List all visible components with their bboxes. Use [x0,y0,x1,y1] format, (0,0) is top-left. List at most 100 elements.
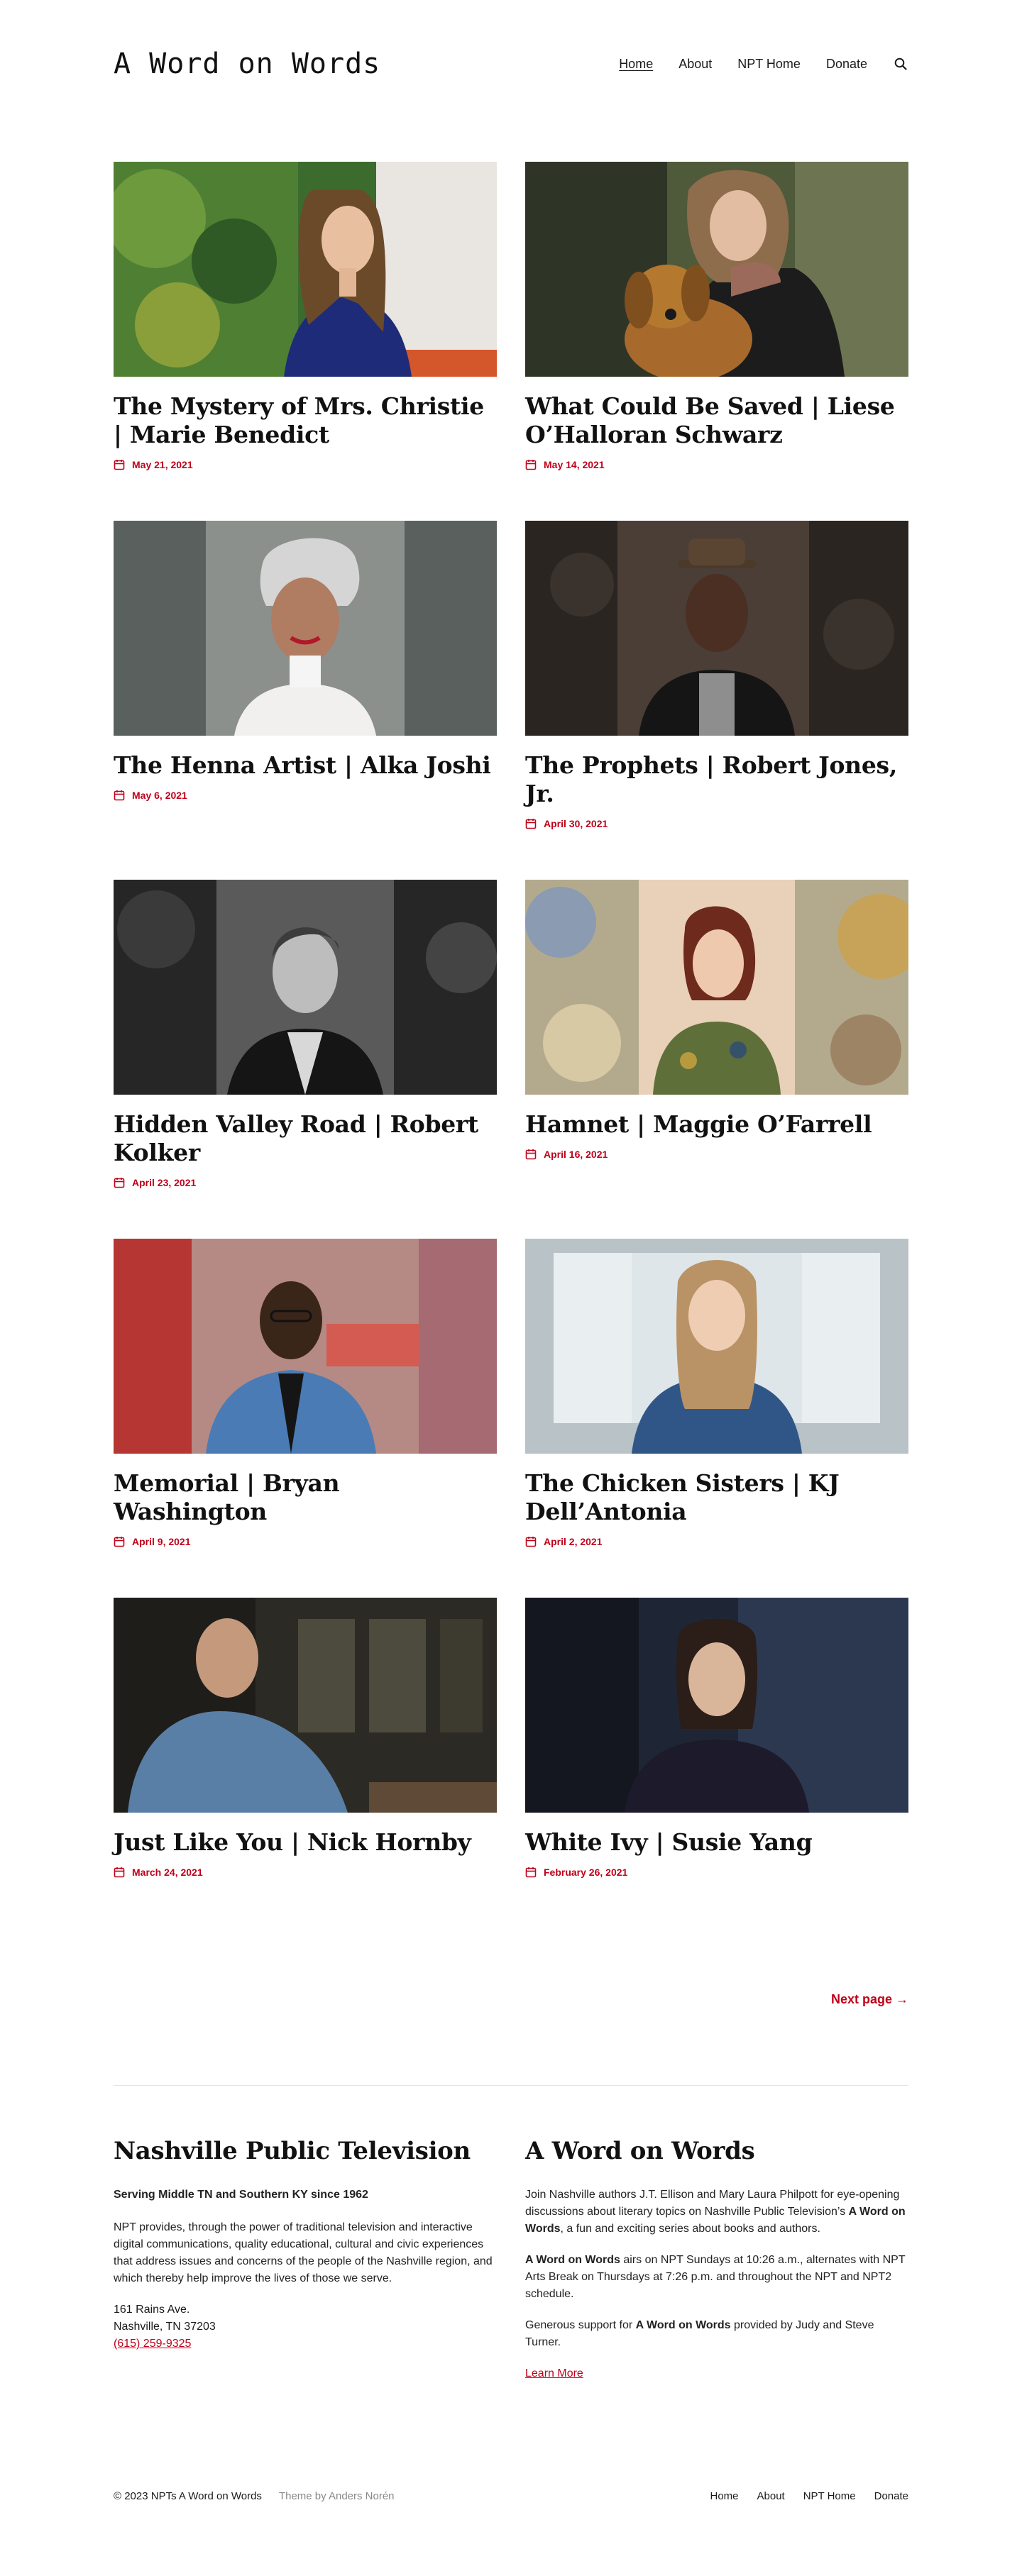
calendar-icon [525,460,537,470]
address-line: Nashville, TN 37203 [114,2321,216,2333]
learn-more-link[interactable]: Learn More [525,2367,583,2379]
npt-widget: Nashville Public Television Serving Midd… [114,2137,497,2397]
post-date-text[interactable]: May 14, 2021 [544,459,605,470]
awow-support: Generous support for A Word on Words pro… [525,2317,908,2351]
calendar-icon [525,1537,537,1547]
footer-nav-about[interactable]: About [757,2490,785,2502]
post-date-text[interactable]: April 30, 2021 [544,818,608,829]
main-nav: Home About NPT Home Donate [619,56,908,72]
post-thumbnail[interactable] [114,1598,497,1813]
show-name: A Word on Words [635,2319,731,2331]
site-footer: © 2023 NPTs A Word on Words Theme by And… [0,2490,1022,2502]
footer-nav-donate[interactable]: Donate [874,2490,908,2502]
post-card: The Mystery of Mrs. Christie | Marie Ben… [114,162,497,521]
footer-nav: Home About NPT Home Donate [710,2490,908,2502]
theme-credit[interactable]: Theme by Anders Norén [279,2490,395,2502]
widget-heading: A Word on Words [525,2137,755,2165]
footer-nav-npt-home[interactable]: NPT Home [803,2490,856,2502]
search-icon[interactable] [893,56,908,72]
post-title[interactable]: The Henna Artist | Alka Joshi [114,751,497,780]
post-title[interactable]: Memorial | Bryan Washington [114,1469,497,1526]
post-date-text[interactable]: March 24, 2021 [132,1867,203,1878]
awow-intro: Join Nashville authors J.T. Ellison and … [525,2187,908,2238]
post-date: April 9, 2021 [114,1536,497,1547]
footer-divider [114,2085,908,2086]
post-date-text[interactable]: May 6, 2021 [132,790,187,801]
post-card: White Ivy | Susie Yang February 26, 2021 [525,1598,908,1957]
post-thumbnail[interactable] [525,880,908,1095]
post-date: April 2, 2021 [525,1536,908,1547]
calendar-icon [114,790,125,801]
post-date-text[interactable]: February 26, 2021 [544,1867,627,1878]
post-date: March 24, 2021 [114,1867,497,1878]
post-date: April 30, 2021 [525,818,908,829]
post-date-text[interactable]: April 9, 2021 [132,1536,191,1547]
post-thumbnail[interactable] [114,880,497,1095]
post-date: April 16, 2021 [525,1149,908,1160]
footer-credits: © 2023 NPTs A Word on Words Theme by And… [114,2490,395,2502]
calendar-icon [114,1537,125,1547]
post-card: The Henna Artist | Alka Joshi May 6, 202… [114,521,497,880]
site-header: A Word on Words Home About NPT Home Dona… [114,0,908,128]
post-card: The Prophets | Robert Jones, Jr. April 3… [525,521,908,880]
post-card: The Chicken Sisters | KJ Dell’Antonia Ap… [525,1239,908,1598]
nav-donate[interactable]: Donate [826,57,867,72]
post-title[interactable]: Just Like You | Nick Hornby [114,1828,497,1857]
post-thumbnail[interactable] [114,521,497,736]
post-thumbnail[interactable] [525,1598,908,1813]
post-title[interactable]: The Prophets | Robert Jones, Jr. [525,751,908,808]
post-card: Hamnet | Maggie O’Farrell April 16, 2021 [525,880,908,1239]
post-date: April 23, 2021 [114,1177,497,1188]
calendar-icon [114,460,125,470]
footer-nav-home[interactable]: Home [710,2490,738,2502]
post-thumbnail[interactable] [525,162,908,377]
post-date: February 26, 2021 [525,1867,908,1878]
post-thumbnail[interactable] [525,521,908,736]
post-title[interactable]: What Could Be Saved | Liese O’Halloran S… [525,392,908,449]
post-grid: The Mystery of Mrs. Christie | Marie Ben… [114,162,908,1957]
text-run: Generous support for [525,2319,636,2331]
nav-about[interactable]: About [678,57,712,72]
widget-heading: Nashville Public Television [114,2137,471,2165]
post-title[interactable]: The Mystery of Mrs. Christie | Marie Ben… [114,392,497,449]
post-date-text[interactable]: April 23, 2021 [132,1177,196,1188]
post-card: Memorial | Bryan Washington April 9, 202… [114,1239,497,1598]
main-content: The Mystery of Mrs. Christie | Marie Ben… [114,162,908,2397]
text-run: Join Nashville authors J.T. Ellison and … [525,2189,900,2218]
learn-more-wrap: Learn More [525,2365,908,2382]
post-title[interactable]: Hidden Valley Road | Robert Kolker [114,1110,497,1167]
text-run: , a fun and exciting series about books … [560,2223,820,2235]
calendar-icon [525,1149,537,1160]
post-thumbnail[interactable] [114,162,497,377]
nav-npt-home[interactable]: NPT Home [737,57,801,72]
nav-home[interactable]: Home [619,57,653,72]
footer-widgets: Nashville Public Television Serving Midd… [114,2137,908,2397]
post-date-text[interactable]: April 16, 2021 [544,1149,608,1160]
post-title[interactable]: White Ivy | Susie Yang [525,1828,908,1857]
show-name: A Word on Words [525,2254,620,2266]
site-title[interactable]: A Word on Words [114,48,380,80]
post-thumbnail[interactable] [114,1239,497,1454]
calendar-icon [114,1867,125,1878]
awow-schedule: A Word on Words airs on NPT Sundays at 1… [525,2252,908,2303]
npt-tagline: Serving Middle TN and Southern KY since … [114,2189,368,2201]
npt-description: NPT provides, through the power of tradi… [114,2221,493,2284]
post-thumbnail[interactable] [525,1239,908,1454]
next-page-link[interactable]: Next page → [831,1992,908,2007]
post-card: Hidden Valley Road | Robert Kolker April… [114,880,497,1239]
calendar-icon [525,1867,537,1878]
post-title[interactable]: The Chicken Sisters | KJ Dell’Antonia [525,1469,908,1526]
post-title[interactable]: Hamnet | Maggie O’Farrell [525,1110,908,1139]
post-date-text[interactable]: April 2, 2021 [544,1536,603,1547]
post-date: May 14, 2021 [525,459,908,470]
awow-widget: A Word on Words Join Nashville authors J… [525,2137,908,2397]
post-card: Just Like You | Nick Hornby March 24, 20… [114,1598,497,1957]
calendar-icon [525,819,537,829]
copyright[interactable]: © 2023 NPTs A Word on Words [114,2490,262,2502]
post-date-text[interactable]: May 21, 2021 [132,459,193,470]
phone-link[interactable]: (615) 259-9325 [114,2338,191,2350]
post-date: May 21, 2021 [114,459,497,470]
pagination: Next page → [114,1992,908,2007]
address-line: 161 Rains Ave. [114,2304,190,2316]
post-date: May 6, 2021 [114,790,497,801]
